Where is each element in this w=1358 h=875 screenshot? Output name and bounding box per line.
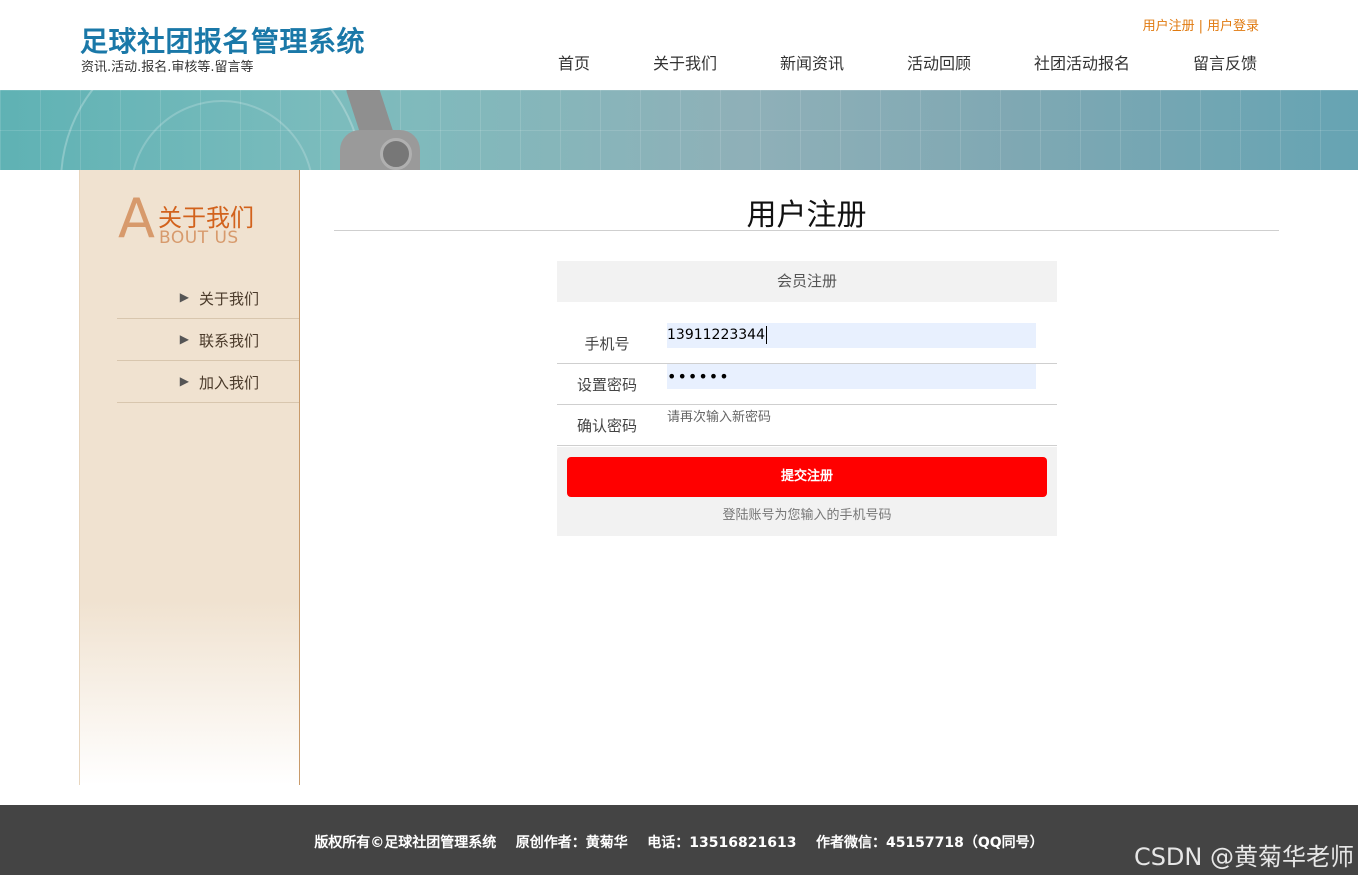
phone-row: 手机号 13911223344 (557, 323, 1057, 364)
phone-input-value: 13911223344 (667, 327, 765, 343)
phone-input[interactable]: 13911223344 (667, 323, 1036, 348)
chevron-right-icon: ▶ (179, 332, 189, 346)
top-links-separator: | (1198, 19, 1203, 34)
sidebar-menu: ▶ 关于我们 ▶ 联系我们 ▶ 加入我们 (117, 277, 299, 403)
password-row: 设置密码 •••••• (557, 364, 1057, 405)
nav-item-about[interactable]: 关于我们 (653, 50, 717, 74)
password-input[interactable]: •••••• (667, 364, 1036, 389)
register-link[interactable]: 用户注册 (1143, 19, 1195, 34)
sidebar-item-about[interactable]: ▶ 关于我们 (117, 277, 299, 319)
sidebar-title-en: BOUT US (159, 228, 239, 248)
chevron-right-icon: ▶ (179, 290, 189, 304)
phone-label: 手机号 (584, 335, 630, 353)
csdn-watermark: CSDN @黄菊华老师 (1133, 843, 1354, 871)
sidebar-item-contact[interactable]: ▶ 联系我们 (117, 319, 299, 361)
site-footer: 版权所有©足球社团管理系统 原创作者：黄菊华 电话：13516821613 作者… (0, 805, 1358, 875)
sidebar-item-join[interactable]: ▶ 加入我们 (117, 361, 299, 403)
text-caret (765, 326, 767, 344)
robot-joint-graphic (380, 138, 412, 170)
nav-item-feedback[interactable]: 留言反馈 (1193, 50, 1257, 74)
nav-item-activities[interactable]: 活动回顾 (907, 50, 971, 74)
confirm-password-row: 确认密码 请再次输入新密码 (557, 405, 1057, 446)
main-nav: 首页 关于我们 新闻资讯 活动回顾 社团活动报名 留言反馈 (526, 50, 1292, 74)
top-user-links: 用户注册 | 用户登录 (1143, 15, 1259, 34)
site-title[interactable]: 足球社团报名管理系统 (80, 20, 365, 60)
password-label: 设置密码 (576, 376, 637, 394)
title-divider (334, 230, 1279, 231)
sidebar: A 关于我们 BOUT US ▶ 关于我们 ▶ 联系我们 ▶ 加入我们 (79, 170, 300, 785)
site-header: 足球社团报名管理系统 资讯.活动.报名.审核等.留言等 用户注册 | 用户登录 首页… (0, 0, 1358, 90)
login-link[interactable]: 用户登录 (1207, 19, 1259, 34)
form-header: 会员注册 (557, 261, 1057, 302)
chevron-right-icon: ▶ (179, 374, 189, 388)
sidebar-item-label: 加入我们 (198, 374, 259, 392)
nav-item-home[interactable]: 首页 (558, 50, 590, 74)
login-hint: 登陆账号为您输入的手机号码 (722, 508, 892, 523)
about-big-letter: A (118, 187, 155, 250)
site-subtitle: 资讯.活动.报名.审核等.留言等 (81, 60, 254, 75)
submit-area: 提交注册 登陆账号为您输入的手机号码 (557, 447, 1057, 536)
register-form: 会员注册 手机号 13911223344 设置密码 •••••• 确认密码 请再… (557, 261, 1057, 536)
header-banner-image (0, 90, 1358, 170)
submit-register-button[interactable]: 提交注册 (567, 457, 1047, 497)
confirm-password-label: 确认密码 (576, 417, 637, 435)
sidebar-item-label: 联系我们 (198, 332, 259, 350)
nav-item-signup[interactable]: 社团活动报名 (1034, 50, 1130, 74)
confirm-password-input[interactable]: 请再次输入新密码 (667, 405, 1036, 430)
nav-item-news[interactable]: 新闻资讯 (780, 50, 844, 74)
page-title: 用户注册 (746, 198, 867, 233)
sidebar-item-label: 关于我们 (198, 290, 259, 308)
